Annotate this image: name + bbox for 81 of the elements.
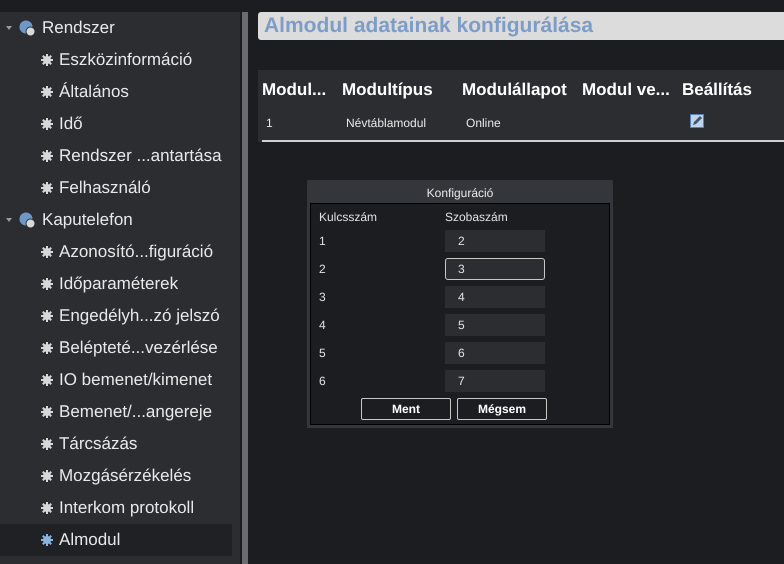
tree-item[interactable]: Eszközinformáció (0, 44, 232, 76)
gear-icon (41, 374, 53, 386)
key-number: 6 (319, 374, 327, 388)
gear-icon (41, 278, 53, 290)
item-label: Felhasználó (59, 178, 151, 198)
tree-group[interactable]: Kaputelefon (0, 204, 232, 236)
item-label: Eszközinformáció (59, 50, 192, 70)
column-header: Modulállapot (461, 80, 568, 100)
item-label: Engedélyh...zó jelszó (59, 306, 220, 326)
key-number: 2 (319, 262, 327, 276)
tree-group[interactable]: Rendszer (0, 12, 232, 44)
column-label: Kulcsszám (319, 210, 378, 224)
gear-icon (41, 406, 53, 418)
room-number-field[interactable]: 6 (445, 342, 545, 364)
column-header: Modul ve... (581, 80, 671, 100)
item-label: IO bemenet/kimenet (59, 370, 212, 390)
gear-icon (41, 246, 53, 258)
group-label: Rendszer (42, 18, 115, 38)
globe-gear-icon (19, 212, 36, 228)
item-label: Bemenet/...angereje (59, 402, 212, 422)
column-label: Szobaszám (445, 210, 509, 224)
globe-gear-icon (19, 20, 36, 36)
item-label: Idő (59, 114, 83, 134)
room-number-field[interactable]: 2 (445, 230, 545, 252)
table-cell-text: Online (465, 116, 502, 130)
column-header: Modul... (261, 80, 328, 100)
item-label: Interkom protokoll (59, 498, 194, 518)
room-number-field[interactable]: 7 (445, 370, 545, 392)
gear-icon (41, 86, 53, 98)
gear-icon (41, 342, 53, 354)
tree-item[interactable]: Almodul (0, 524, 232, 556)
tree-item[interactable]: Idő (0, 108, 232, 140)
item-label: Almodul (59, 530, 120, 550)
tree-item[interactable]: Interkom protokoll (0, 492, 232, 524)
gear-icon (41, 438, 53, 450)
gear-icon (41, 118, 53, 130)
gear-icon (41, 502, 53, 514)
group-label: Kaputelefon (42, 210, 133, 230)
room-number-field[interactable]: 4 (445, 286, 545, 308)
tree-item[interactable]: Belépteté...vezérlése (0, 332, 232, 364)
tree-item[interactable]: Tárcsázás (0, 428, 232, 460)
edit-icon[interactable] (690, 114, 704, 128)
tree-item[interactable]: IO bemenet/kimenet (0, 364, 232, 396)
tree-item[interactable]: Általános (0, 76, 232, 108)
cancel-button[interactable]: Mégsem (457, 398, 547, 420)
item-label: Belépteté...vezérlése (59, 338, 218, 358)
gear-icon (41, 54, 53, 66)
key-number: 3 (319, 290, 327, 304)
item-label: Azonosító...figuráció (59, 242, 214, 262)
gear-icon (41, 182, 53, 194)
room-number-field[interactable]: 3 (445, 258, 545, 280)
item-label: Általános (59, 82, 129, 102)
item-label: Tárcsázás (59, 434, 138, 454)
gear-icon (41, 310, 53, 322)
room-number-field[interactable]: 5 (445, 314, 545, 336)
gear-icon (41, 470, 53, 482)
table-cell-text: Névtáblamodul (345, 116, 428, 130)
tree-item[interactable]: Rendszer ...antartása (0, 140, 232, 172)
dialog-title: Konfiguráció (426, 185, 494, 202)
column-header: Beállítás (681, 80, 753, 100)
column-header: Modultípus (341, 80, 434, 100)
item-label: Rendszer ...antartása (59, 146, 222, 166)
expand-arrow-icon[interactable] (5, 216, 13, 224)
gear-icon (41, 534, 53, 546)
table-cell-text: 1 (265, 116, 274, 130)
tree-item[interactable]: Engedélyh...zó jelszó (0, 300, 232, 332)
item-label: Mozgásérzékelés (59, 466, 192, 486)
tree-item[interactable]: Azonosító...figuráció (0, 236, 232, 268)
tree-item[interactable]: Bemenet/...angereje (0, 396, 232, 428)
gear-icon (41, 150, 53, 162)
save-button[interactable]: Ment (361, 398, 451, 420)
key-number: 1 (319, 234, 327, 248)
page-title: Almodul adatainak konfigurálása (258, 12, 784, 40)
expand-arrow-icon[interactable] (5, 24, 13, 32)
tree-item[interactable]: Felhasználó (0, 172, 232, 204)
tree-item[interactable]: Időparaméterek (0, 268, 232, 300)
tree-item[interactable]: Mozgásérzékelés (0, 460, 232, 492)
scrollbar[interactable] (242, 12, 248, 564)
key-number: 5 (319, 346, 327, 360)
item-label: Időparaméterek (59, 274, 178, 294)
key-number: 4 (319, 318, 327, 332)
